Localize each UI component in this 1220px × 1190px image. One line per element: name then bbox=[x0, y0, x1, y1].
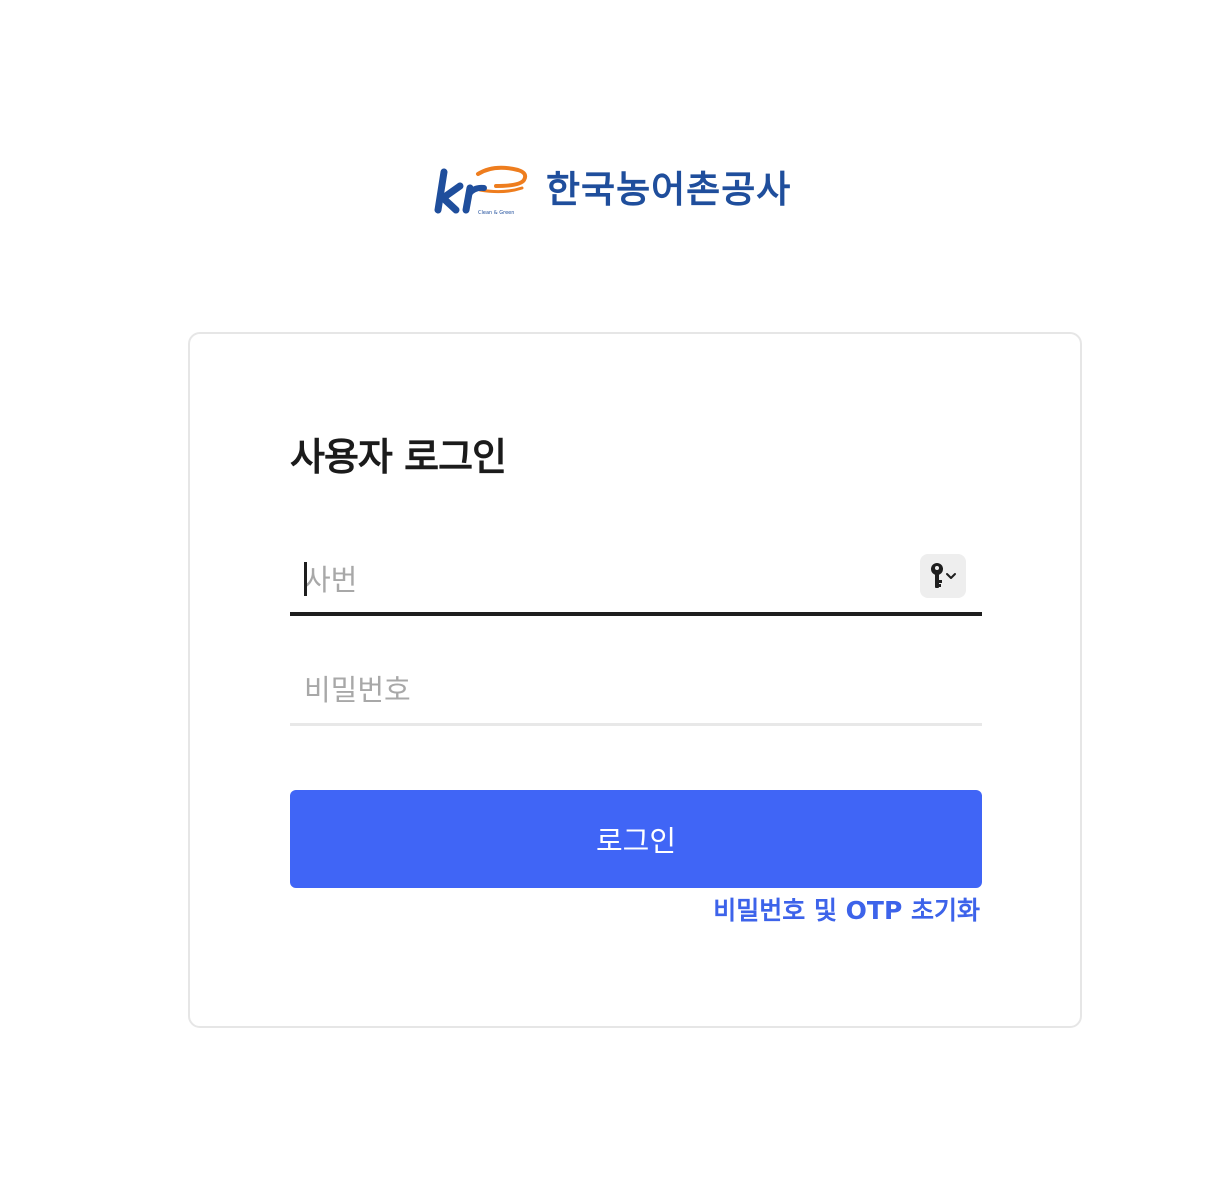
password-input[interactable] bbox=[290, 662, 914, 718]
login-page: Clean & Green 한국농어촌공사 사용자 로그인 로그인 bbox=[0, 0, 1220, 1190]
login-card: 사용자 로그인 로그인 비밀번호 및 OTP 초기화 bbox=[188, 332, 1082, 1028]
logo-tagline: Clean & Green bbox=[478, 210, 514, 216]
organization-name: 한국농어촌공사 bbox=[546, 168, 792, 211]
key-icon bbox=[931, 563, 956, 588]
login-title: 사용자 로그인 bbox=[290, 435, 507, 479]
company-logo: Clean & Green 한국농어촌공사 bbox=[434, 160, 844, 220]
password-manager-button[interactable] bbox=[920, 554, 966, 598]
employee-id-input[interactable] bbox=[290, 552, 914, 608]
kr-logo-mark: Clean & Green bbox=[434, 165, 528, 216]
reset-password-otp-link[interactable]: 비밀번호 및 OTP 초기화 bbox=[713, 894, 980, 928]
employee-id-field bbox=[290, 552, 982, 616]
password-field bbox=[290, 662, 982, 726]
login-button[interactable]: 로그인 bbox=[290, 790, 982, 888]
chevron-down-icon bbox=[946, 573, 956, 579]
text-caret bbox=[304, 562, 307, 596]
